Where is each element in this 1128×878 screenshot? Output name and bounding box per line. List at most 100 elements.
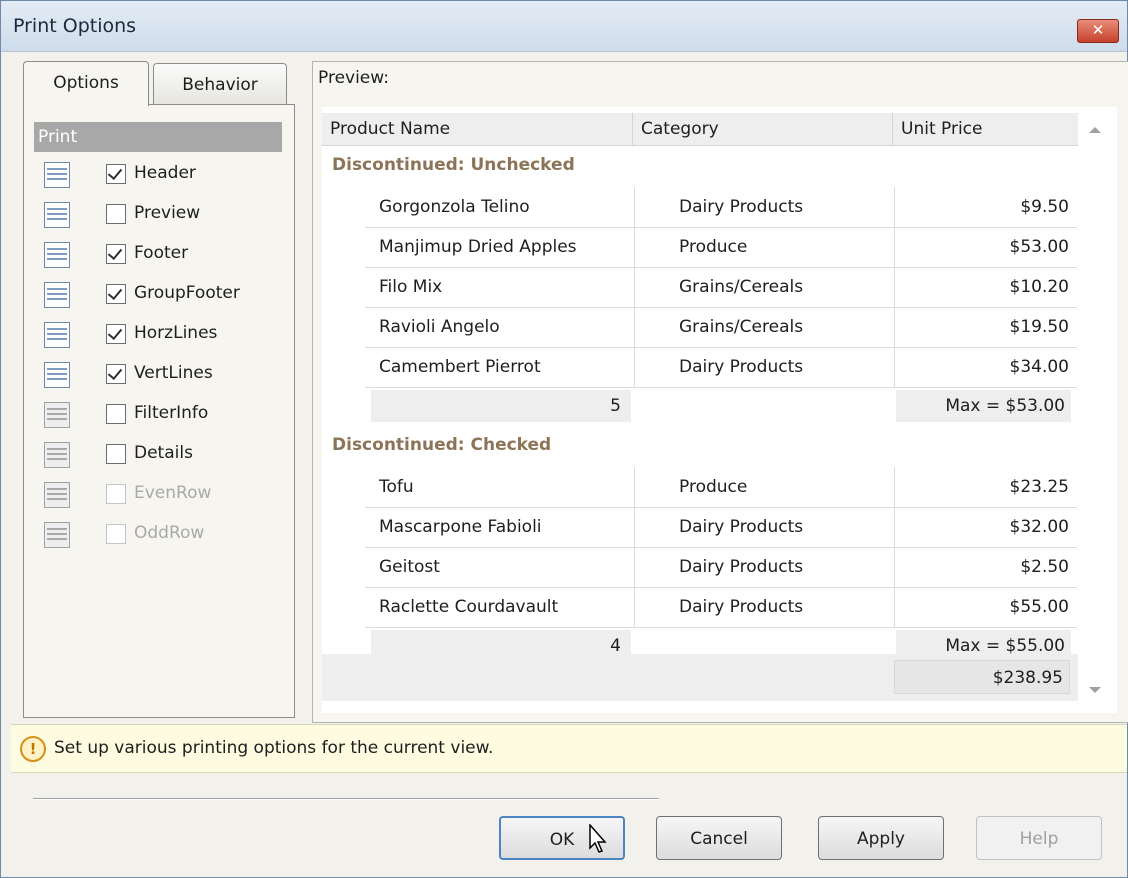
checkmark-icon	[107, 324, 123, 341]
group-footer-row: 5 Max = $53.00	[365, 387, 1077, 425]
scroll-up-icon[interactable]	[1089, 127, 1101, 133]
cell-product-name: Filo Mix	[365, 267, 635, 307]
vertical-lines-icon	[44, 362, 70, 388]
cell-unit-price: $23.25	[1009, 477, 1069, 497]
cell-unit-price: $53.00	[1009, 237, 1069, 257]
info-icon: !	[20, 736, 46, 762]
vertical-scrollbar[interactable]	[1080, 113, 1110, 701]
table-row[interactable]: Mascarpone Fabioli Dairy Products $32.00	[365, 507, 1077, 548]
option-label: EvenRow	[134, 483, 212, 503]
print-group-header: Print	[34, 122, 282, 152]
options-panel: Print Header Preview Footer GroupFooter Horz…	[23, 104, 295, 718]
cell-category: Dairy Products	[635, 587, 895, 627]
cell-unit-price: $2.50	[1020, 557, 1069, 577]
print-options-dialog: Print Options ✕ Options Behavior Print H…	[0, 0, 1128, 878]
cell-category: Dairy Products	[635, 347, 895, 387]
checkbox-header[interactable]	[106, 164, 126, 184]
option-label: GroupFooter	[134, 283, 240, 303]
preview-grid: Product Name Category Unit Price Discont…	[322, 107, 1117, 713]
tab-options[interactable]: Options	[23, 61, 149, 106]
option-label: OddRow	[134, 523, 205, 543]
separator	[33, 798, 659, 800]
grand-total: $238.95	[894, 660, 1070, 694]
option-label: VertLines	[134, 363, 213, 383]
cell-category: Grains/Cereals	[635, 307, 895, 347]
cancel-button[interactable]: Cancel	[656, 816, 782, 860]
cell-unit-price: $10.20	[1009, 277, 1069, 297]
group-max: Max = $53.00	[896, 390, 1071, 422]
table-row[interactable]: Gorgonzola Telino Dairy Products $9.50	[365, 187, 1077, 228]
preview-label: Preview:	[318, 68, 389, 88]
tab-behavior[interactable]: Behavior	[153, 63, 287, 104]
checkmark-icon	[107, 284, 123, 301]
checkbox-filterinfo[interactable]	[106, 404, 126, 424]
cell-product-name: Ravioli Angelo	[365, 307, 635, 347]
filter-info-icon	[44, 402, 70, 428]
checkmark-icon	[107, 364, 123, 381]
preview-grid-icon	[44, 202, 70, 228]
checkmark-icon	[107, 164, 123, 181]
table-row[interactable]: Raclette Courdavault Dairy Products $55.00	[365, 587, 1077, 628]
column-header-product-name[interactable]: Product Name	[322, 113, 633, 146]
close-button[interactable]: ✕	[1077, 19, 1119, 43]
group-count: 5	[371, 390, 631, 422]
cell-category: Dairy Products	[635, 547, 895, 587]
group-row-title[interactable]: Discontinued: Unchecked	[332, 155, 575, 175]
help-button[interactable]: Help	[976, 816, 1102, 860]
cell-product-name: Geitost	[365, 547, 635, 587]
table-row[interactable]: Tofu Produce $23.25	[365, 467, 1077, 508]
group-row-title[interactable]: Discontinued: Checked	[332, 435, 551, 455]
option-label: HorzLines	[134, 323, 218, 343]
checkbox-evenrow	[106, 484, 126, 504]
hint-bar: ! Set up various printing options for th…	[11, 724, 1127, 773]
checkbox-vertlines[interactable]	[106, 364, 126, 384]
option-label: Header	[134, 163, 196, 183]
cell-category: Produce	[635, 227, 895, 267]
checkbox-footer[interactable]	[106, 244, 126, 264]
cell-unit-price: $55.00	[1009, 597, 1069, 617]
cell-unit-price: $19.50	[1009, 317, 1069, 337]
checkbox-details[interactable]	[106, 444, 126, 464]
mouse-cursor-icon	[589, 824, 607, 853]
table-row[interactable]: Filo Mix Grains/Cereals $10.20	[365, 267, 1077, 308]
option-label: FilterInfo	[134, 403, 209, 423]
even-row-icon	[44, 482, 70, 508]
window-title: Print Options	[13, 15, 137, 37]
grand-total-row: $238.95	[322, 654, 1078, 701]
checkbox-groupfooter[interactable]	[106, 284, 126, 304]
checkbox-preview[interactable]	[106, 204, 126, 224]
checkmark-icon	[107, 244, 123, 261]
option-label: Preview	[134, 203, 201, 223]
cell-category: Grains/Cereals	[635, 267, 895, 307]
details-icon	[44, 442, 70, 468]
cell-product-name: Mascarpone Fabioli	[365, 507, 635, 547]
footer-grid-icon	[44, 242, 70, 268]
group-footer-grid-icon	[44, 282, 70, 308]
odd-row-icon	[44, 522, 70, 548]
cell-product-name: Gorgonzola Telino	[365, 187, 635, 227]
cell-unit-price: $34.00	[1009, 357, 1069, 377]
horizontal-lines-icon	[44, 322, 70, 348]
checkbox-oddrow	[106, 524, 126, 544]
cell-category: Dairy Products	[635, 187, 895, 227]
table-row[interactable]: Manjimup Dried Apples Produce $53.00	[365, 227, 1077, 268]
column-header-category[interactable]: Category	[633, 113, 893, 146]
scroll-down-icon[interactable]	[1089, 687, 1101, 693]
cell-category: Produce	[635, 467, 895, 507]
table-row[interactable]: Ravioli Angelo Grains/Cereals $19.50	[365, 307, 1077, 348]
cell-unit-price: $9.50	[1020, 197, 1069, 217]
cell-category: Dairy Products	[635, 507, 895, 547]
preview-panel: Preview: Product Name Category Unit Pric…	[312, 61, 1128, 723]
header-grid-icon	[44, 162, 70, 188]
cell-product-name: Tofu	[365, 467, 635, 507]
apply-button[interactable]: Apply	[818, 816, 944, 860]
checkbox-horzlines[interactable]	[106, 324, 126, 344]
option-label: Details	[134, 443, 193, 463]
cell-unit-price: $32.00	[1009, 517, 1069, 537]
hint-text: Set up various printing options for the …	[54, 738, 494, 758]
title-bar: Print Options ✕	[1, 1, 1127, 52]
cell-product-name: Manjimup Dried Apples	[365, 227, 635, 267]
column-header-unit-price[interactable]: Unit Price	[893, 113, 1078, 146]
table-row[interactable]: Geitost Dairy Products $2.50	[365, 547, 1077, 588]
table-row[interactable]: Camembert Pierrot Dairy Products $34.00	[365, 347, 1077, 388]
